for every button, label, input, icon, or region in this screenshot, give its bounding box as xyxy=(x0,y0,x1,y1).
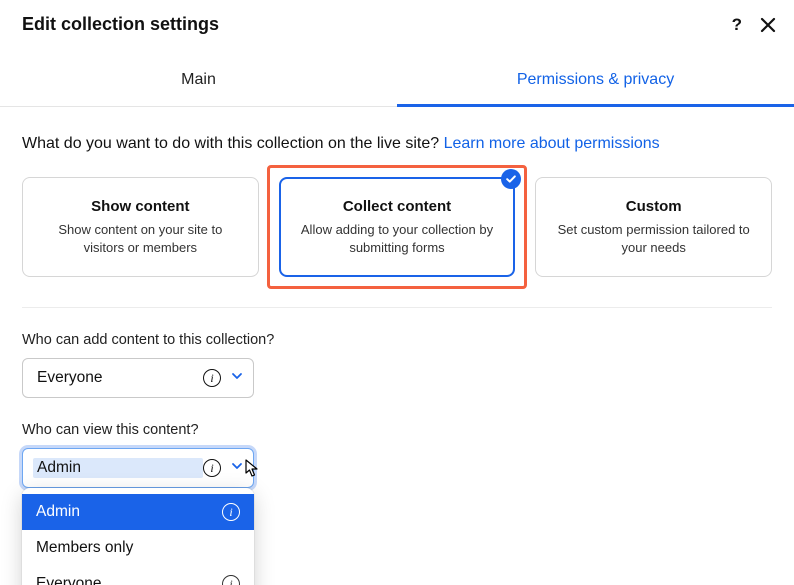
option-admin[interactable]: Admin i xyxy=(22,494,254,530)
view-content-select[interactable]: Admin i xyxy=(22,448,254,488)
permissions-question: What do you want to do with this collect… xyxy=(22,135,772,153)
card-custom-title: Custom xyxy=(550,198,757,215)
option-admin-label: Admin xyxy=(36,503,222,521)
card-collect-content[interactable]: Collect content Allow adding to your col… xyxy=(279,177,516,277)
add-content-select[interactable]: Everyone i xyxy=(22,358,254,398)
close-icon[interactable] xyxy=(760,17,776,33)
card-show-content[interactable]: Show content Show content on your site t… xyxy=(22,177,259,277)
learn-more-link[interactable]: Learn more about permissions xyxy=(444,135,660,152)
view-content-value: Admin xyxy=(33,458,203,478)
info-icon[interactable]: i xyxy=(203,459,221,477)
tab-main[interactable]: Main xyxy=(0,57,397,106)
card-custom-desc: Set custom permission tailored to your n… xyxy=(550,221,757,256)
tab-permissions[interactable]: Permissions & privacy xyxy=(397,57,794,107)
check-icon xyxy=(501,169,521,189)
card-show-title: Show content xyxy=(37,198,244,215)
card-collect-title: Collect content xyxy=(295,198,500,215)
add-content-value: Everyone xyxy=(37,369,203,387)
card-custom[interactable]: Custom Set custom permission tailored to… xyxy=(535,177,772,277)
view-content-dropdown: Admin i Members only Everyone i xyxy=(22,488,254,585)
option-members-label: Members only xyxy=(36,539,240,557)
chevron-down-icon xyxy=(231,459,243,477)
card-show-desc: Show content on your site to visitors or… xyxy=(37,221,244,256)
info-icon[interactable]: i xyxy=(203,369,221,387)
chevron-down-icon xyxy=(231,369,243,387)
question-text: What do you want to do with this collect… xyxy=(22,135,444,152)
option-everyone-label: Everyone xyxy=(36,575,222,585)
info-icon[interactable]: i xyxy=(222,575,240,585)
divider xyxy=(22,307,772,308)
view-content-label: Who can view this content? xyxy=(22,422,772,438)
info-icon[interactable]: i xyxy=(222,503,240,521)
option-everyone[interactable]: Everyone i xyxy=(22,566,254,585)
add-content-label: Who can add content to this collection? xyxy=(22,332,772,348)
tabs: Main Permissions & privacy xyxy=(0,57,794,107)
page-title: Edit collection settings xyxy=(22,14,219,35)
option-members-only[interactable]: Members only xyxy=(22,530,254,566)
card-collect-desc: Allow adding to your collection by submi… xyxy=(295,221,500,256)
help-icon[interactable]: ? xyxy=(732,16,742,33)
